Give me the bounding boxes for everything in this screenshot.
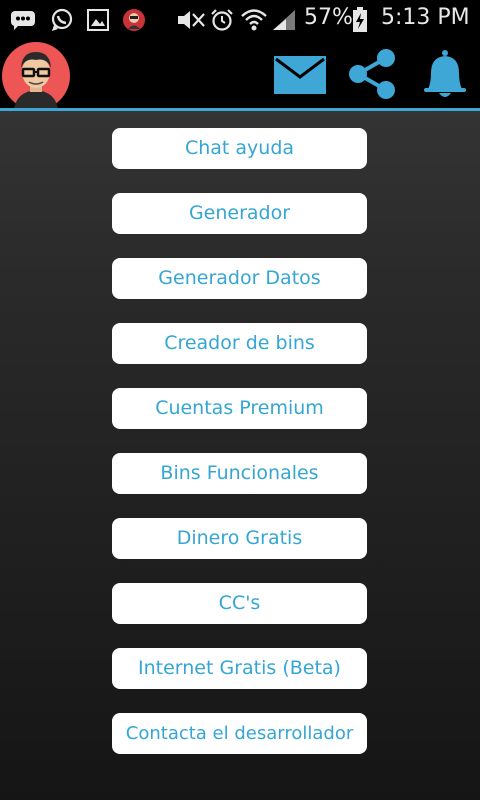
cuentas-premium-button[interactable]: Cuentas Premium xyxy=(112,388,367,429)
signal-icon xyxy=(273,10,295,30)
battery-percent: 57% xyxy=(304,5,353,30)
dinero-gratis-button[interactable]: Dinero Gratis xyxy=(112,518,367,559)
share-icon[interactable] xyxy=(346,48,398,100)
user-avatar[interactable] xyxy=(2,42,70,110)
chat-ayuda-button[interactable]: Chat ayuda xyxy=(112,128,367,169)
app-bar-divider xyxy=(0,108,480,111)
app-notification-icon xyxy=(123,9,145,31)
whatsapp-icon xyxy=(51,8,73,31)
mail-icon[interactable] xyxy=(274,56,326,94)
generador-button[interactable]: Generador xyxy=(112,193,367,234)
internet-gratis-button[interactable]: Internet Gratis (Beta) xyxy=(112,648,367,689)
image-icon xyxy=(87,9,109,31)
contacta-desarrollador-button[interactable]: Contacta el desarrollador xyxy=(112,713,367,754)
clock: 5:13 PM xyxy=(381,5,470,30)
bins-funcionales-button[interactable]: Bins Funcionales xyxy=(112,453,367,494)
app-bar xyxy=(0,38,480,110)
chat-icon xyxy=(11,11,35,30)
creador-de-bins-button[interactable]: Creador de bins xyxy=(112,323,367,364)
battery-icon xyxy=(353,7,367,32)
main-menu: Chat ayuda Generador Generador Datos Cre… xyxy=(112,128,367,778)
alarm-icon xyxy=(211,9,233,31)
ccs-button[interactable]: CC's xyxy=(112,583,367,624)
status-bar: 57% 5:13 PM xyxy=(0,0,480,38)
generador-datos-button[interactable]: Generador Datos xyxy=(112,258,367,299)
wifi-icon xyxy=(241,9,267,31)
mute-icon xyxy=(178,11,205,29)
bell-icon[interactable] xyxy=(422,49,468,99)
